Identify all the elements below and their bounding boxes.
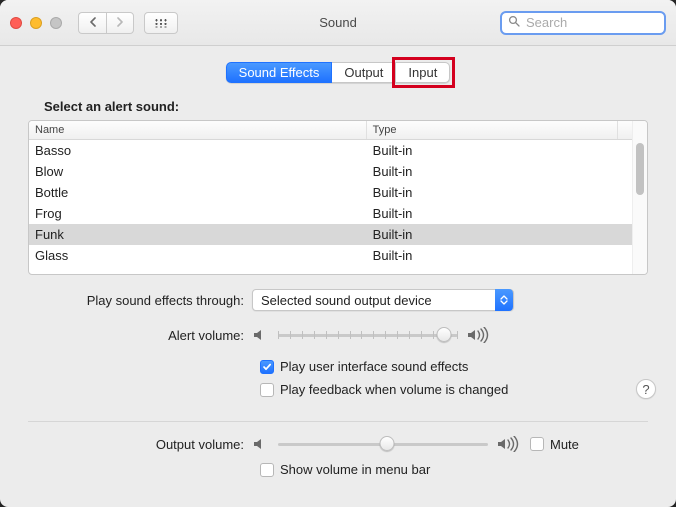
speaker-high-icon [496, 436, 520, 452]
table-cell: Built-in [367, 164, 632, 179]
feedback-checkbox[interactable] [260, 383, 274, 397]
table-row[interactable]: GlassBuilt-in [29, 245, 632, 266]
feedback-label: Play feedback when volume is changed [280, 382, 508, 397]
chevron-right-icon [116, 16, 124, 30]
alert-sound-table: Name Type BassoBuilt-inBlowBuilt-inBottl… [28, 120, 648, 275]
traffic-lights [10, 17, 62, 29]
table-row[interactable]: BottleBuilt-in [29, 182, 632, 203]
popup-arrows-icon [495, 289, 513, 311]
tab-bar: Sound Effects Output Input [28, 62, 648, 83]
grid-icon [155, 18, 168, 27]
table-cell: Glass [29, 248, 367, 263]
table-cell: Bottle [29, 185, 367, 200]
tab-label: Input [408, 65, 437, 80]
alert-volume-slider[interactable] [278, 325, 458, 345]
tab-label: Output [344, 65, 383, 80]
minimize-window-button[interactable] [30, 17, 42, 29]
help-icon: ? [642, 382, 649, 397]
window-title: Sound [319, 15, 357, 30]
table-scrollbar[interactable] [632, 121, 647, 274]
sound-preferences-window: Sound Sound Effects Output Input [0, 0, 676, 507]
menubar-volume-label: Show volume in menu bar [280, 462, 430, 477]
ui-sounds-label: Play user interface sound effects [280, 359, 468, 374]
table-cell: Built-in [367, 143, 632, 158]
effects-through-value: Selected sound output device [261, 293, 432, 308]
effects-through-label: Play sound effects through: [28, 293, 252, 308]
speaker-low-icon [252, 436, 270, 452]
mute-label: Mute [550, 437, 579, 452]
table-cell: Basso [29, 143, 367, 158]
chevron-left-icon [89, 16, 97, 30]
table-cell: Funk [29, 227, 367, 242]
forward-button[interactable] [106, 12, 134, 34]
mute-checkbox[interactable] [530, 437, 544, 451]
alert-volume-label: Alert volume: [28, 328, 252, 343]
back-button[interactable] [78, 12, 106, 34]
effects-through-popup[interactable]: Selected sound output device [252, 289, 514, 311]
help-button[interactable]: ? [636, 379, 656, 399]
ui-sounds-checkbox[interactable] [260, 360, 274, 374]
table-row[interactable]: FunkBuilt-in [29, 224, 632, 245]
slider-thumb[interactable] [380, 436, 395, 451]
table-cell: Built-in [367, 185, 632, 200]
search-field-wrap[interactable] [500, 11, 666, 35]
slider-thumb[interactable] [436, 327, 451, 342]
table-cell: Frog [29, 206, 367, 221]
table-row[interactable]: BlowBuilt-in [29, 161, 632, 182]
search-input[interactable] [524, 14, 676, 31]
titlebar: Sound [0, 0, 676, 46]
divider [28, 421, 648, 422]
table-cell: Built-in [367, 206, 632, 221]
tab-sound-effects[interactable]: Sound Effects [226, 62, 333, 83]
tab-output[interactable]: Output [332, 62, 396, 83]
tab-input[interactable]: Input [396, 62, 450, 83]
show-all-button[interactable] [144, 12, 178, 34]
table-cell: Built-in [367, 227, 632, 242]
content: Sound Effects Output Input Select an ale… [0, 46, 676, 495]
search-icon [508, 15, 520, 30]
speaker-low-icon [252, 327, 270, 343]
nav-group [78, 12, 134, 34]
speaker-high-icon [466, 327, 490, 343]
tab-label: Sound Effects [239, 65, 320, 80]
column-name[interactable]: Name [29, 121, 367, 139]
column-type[interactable]: Type [367, 121, 618, 139]
scrollbar-thumb[interactable] [636, 143, 644, 195]
close-window-button[interactable] [10, 17, 22, 29]
table-header: Name Type [29, 121, 632, 140]
table-row[interactable]: FrogBuilt-in [29, 203, 632, 224]
menubar-volume-checkbox[interactable] [260, 463, 274, 477]
zoom-window-button [50, 17, 62, 29]
table-cell: Built-in [367, 248, 632, 263]
alert-sound-title: Select an alert sound: [44, 99, 648, 114]
output-volume-slider[interactable] [278, 434, 488, 454]
table-cell: Blow [29, 164, 367, 179]
table-row[interactable]: BassoBuilt-in [29, 140, 632, 161]
output-volume-label: Output volume: [28, 437, 252, 452]
